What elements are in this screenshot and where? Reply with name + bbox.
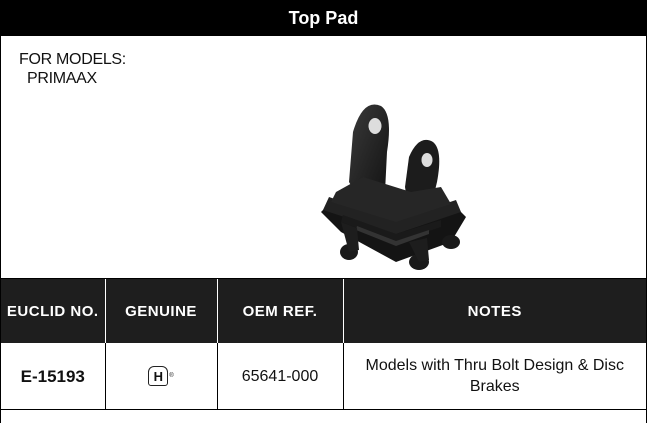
header-oem-ref: OEM REF. [217,279,344,343]
notes-cell: Models with Thru Bolt Design & Disc Brak… [343,343,646,410]
parts-table: EUCLID NO. GENUINE OEM REF. NOTES E-1519… [1,279,646,410]
genuine-logo-letter: H [153,368,163,384]
model-item: PRIMAAX [27,70,97,87]
oem-ref-cell: 65641-000 [217,343,344,410]
part-image [321,104,466,270]
genuine-cell: H ® [105,343,218,410]
hendrickson-logo-icon: H [148,366,169,386]
registered-dot-icon: ® [169,372,174,379]
models-list: PRIMAAX [27,69,97,88]
models-label: FOR MODELS: [19,51,126,68]
header-genuine: GENUINE [105,279,218,343]
header-euclid-no: EUCLID NO. [1,279,106,343]
product-sheet: Top Pad FOR MODELS: PRIMAAX EUCLID NO. G… [0,0,647,423]
table-row: E-15193 H ® 65641-000 Models with Thru B… [1,343,646,410]
page-title: Top Pad [1,0,646,36]
header-notes: NOTES [343,279,646,343]
models-section: FOR MODELS: PRIMAAX [1,36,646,279]
table-header-row: EUCLID NO. GENUINE OEM REF. NOTES [1,279,646,343]
euclid-no-cell: E-15193 [1,343,106,410]
